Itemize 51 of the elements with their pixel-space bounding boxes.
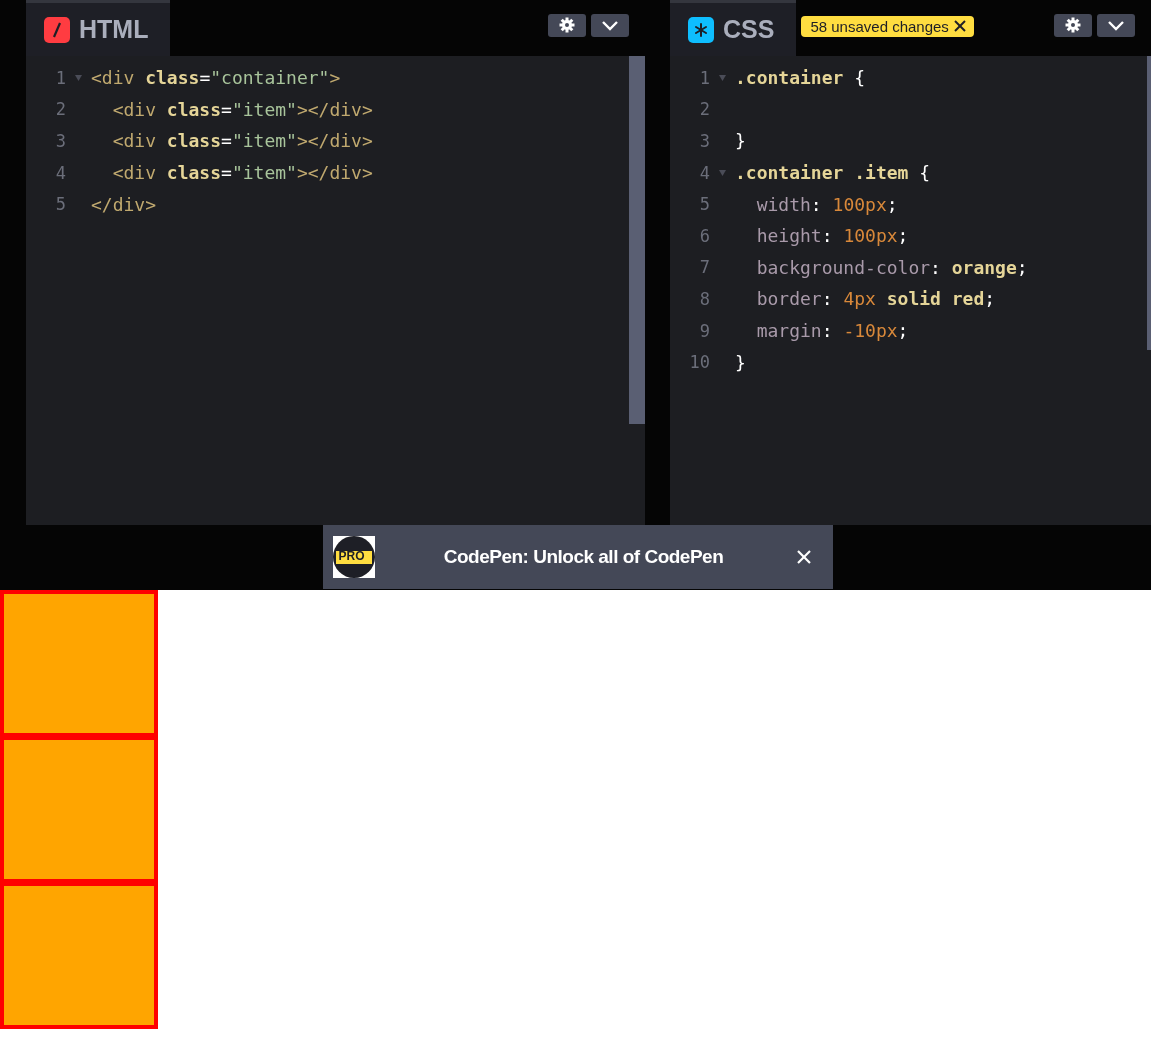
line-number: 4: [698, 162, 710, 183]
line-number: 2: [698, 99, 710, 120]
slash-icon: [44, 16, 70, 43]
code-line: }: [735, 130, 746, 152]
settings-icon: [1065, 17, 1081, 33]
dropdown-button[interactable]: [591, 13, 629, 37]
code-line: <div class="item"></div>: [111, 130, 373, 152]
scrollbar[interactable]: [629, 56, 645, 424]
code-editor[interactable]: 1 .container { 2 3 } 4 .container .item { 5 width: 100px; 6 height: 100px; 7 background-color: orange; 8 border: 4px solid red; 9 margin: -10px; 10 }: [670, 56, 1151, 525]
dropdown-button[interactable]: [1097, 13, 1135, 37]
code-line: }: [735, 351, 746, 373]
code-editor[interactable]: 1 <div class="container"> 2 <div class="item"></div> 3 <div class="item"></div> 4 <div class="item"></div> 5 </div>: [26, 56, 645, 525]
code-line: .container .item {: [735, 162, 931, 184]
settings-button[interactable]: [1054, 13, 1092, 37]
line-number: 2: [54, 99, 66, 120]
line-number: 9: [698, 320, 710, 341]
line-number: 3: [54, 131, 66, 151]
chevron-down-icon: [602, 19, 618, 31]
line-number: 3: [698, 131, 710, 151]
scrollbar[interactable]: [1147, 56, 1151, 350]
editor-tab[interactable]: HTML: [26, 0, 171, 56]
line-number: 7: [698, 257, 710, 278]
editor-tab[interactable]: CSS: [670, 0, 797, 56]
code-line: <div class="item"></div>: [111, 162, 373, 184]
code-line: margin: -10px;: [755, 320, 909, 342]
code-line: background-color: orange;: [755, 256, 1028, 278]
line-number: 10: [688, 352, 710, 373]
code-line: <div class="item"></div>: [111, 98, 373, 120]
code-line: height: 100px;: [755, 225, 909, 247]
close-icon: [796, 550, 811, 564]
asterisk-icon: [688, 16, 714, 43]
chevron-down-icon: [1108, 19, 1124, 31]
line-number: 6: [698, 225, 710, 246]
code-line: .container {: [735, 67, 866, 89]
code-line: width: 100px;: [755, 193, 898, 215]
line-number: 4: [54, 162, 66, 183]
unsaved-changes-badge[interactable]: 58 unsaved changes: [801, 15, 974, 37]
line-number: 5: [698, 194, 710, 215]
line-number: 8: [698, 288, 710, 309]
promo-text: CodePen: Unlock all of CodePen: [442, 546, 725, 568]
line-number: 1: [698, 67, 710, 88]
close-icon: [953, 20, 966, 32]
settings-button[interactable]: [548, 13, 586, 37]
pro-label: PRO: [338, 549, 365, 563]
line-number: 1: [54, 67, 66, 88]
code-line: </div>: [91, 193, 157, 215]
line-number: 5: [54, 194, 66, 215]
pro-logo-icon: [332, 536, 375, 578]
code-line: <div class="container">: [91, 67, 341, 89]
settings-icon: [559, 17, 575, 33]
code-line: border: 4px solid red;: [755, 288, 996, 310]
